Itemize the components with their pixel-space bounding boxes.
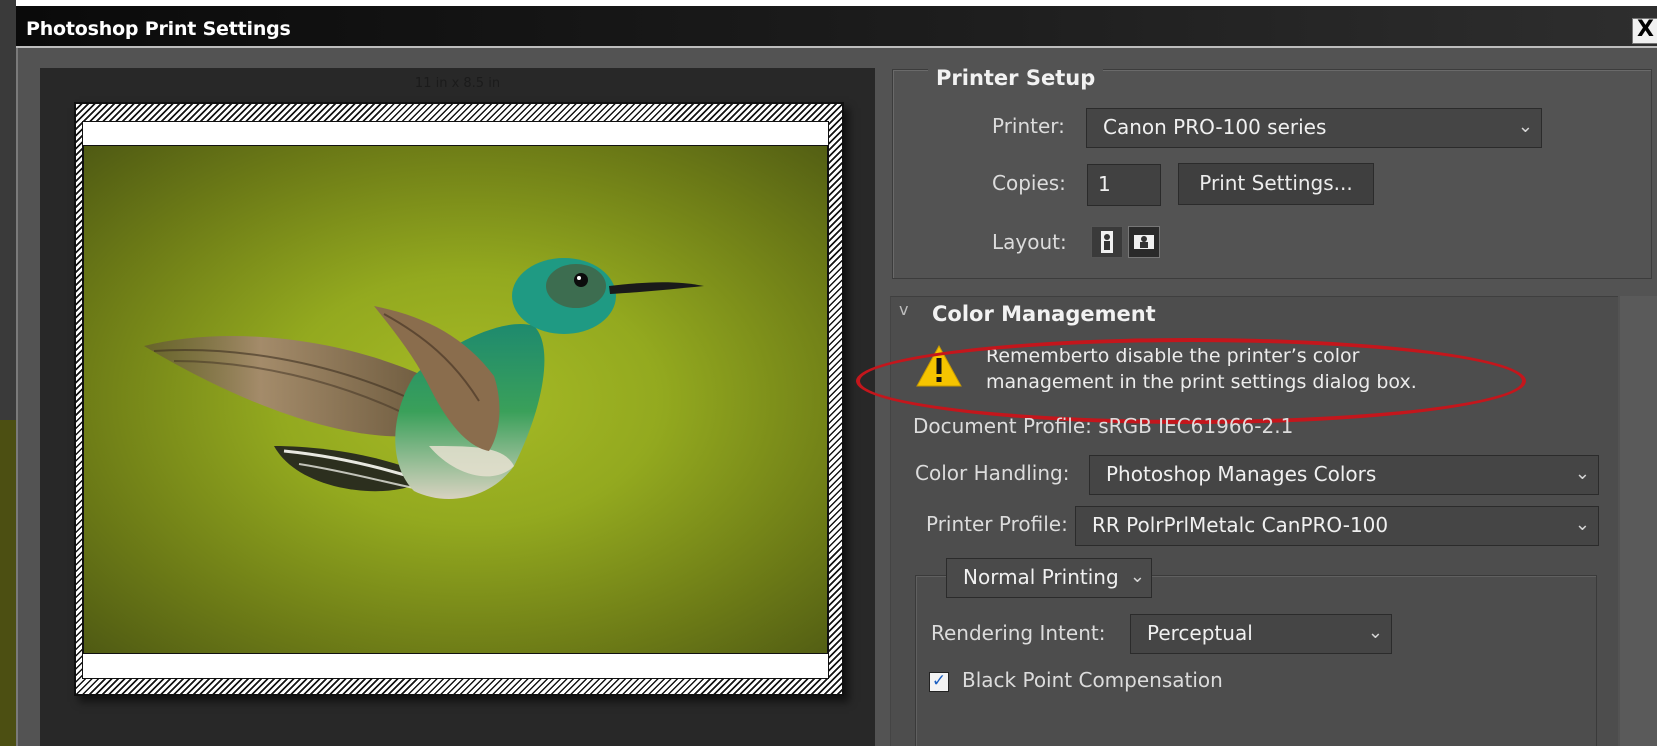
layout-label: Layout:: [992, 230, 1067, 254]
chevron-down-icon: ⌄: [1574, 463, 1590, 484]
printer-label: Printer:: [992, 114, 1065, 138]
printer-setup-title: Printer Setup: [928, 66, 1104, 90]
rendering-intent-value: Perceptual: [1147, 621, 1253, 645]
chevron-down-icon: ⌄: [1367, 622, 1383, 643]
printer-profile-select[interactable]: RR PolrPrlMetalc CanPRO-100 ⌄: [1075, 506, 1599, 546]
printing-mode-value: Normal Printing: [963, 565, 1119, 589]
printing-mode-select[interactable]: Normal Printing ⌄: [946, 558, 1152, 598]
annotation-ellipse: [856, 338, 1526, 424]
printer-select[interactable]: Canon PRO-100 series ⌄: [1086, 108, 1542, 148]
printer-profile-label: Printer Profile:: [926, 512, 1068, 536]
window-title: Photoshop Print Settings: [26, 18, 291, 40]
document-profile: Document Profile: sRGB IEC61966-2.1: [913, 414, 1294, 438]
paper-size-label: 11 in x 8.5 in: [414, 76, 501, 91]
chevron-down-icon: ⌄: [1517, 116, 1533, 137]
collapse-chevron-icon[interactable]: v: [899, 300, 908, 319]
preview-image[interactable]: [83, 145, 828, 654]
copies-label: Copies:: [992, 171, 1066, 195]
printer-profile-value: RR PolrPrlMetalc CanPRO-100: [1092, 513, 1389, 537]
black-point-checkbox[interactable]: ✓: [929, 672, 949, 692]
print-settings-button[interactable]: Print Settings...: [1178, 163, 1374, 205]
color-management-title: Color Management: [932, 302, 1156, 326]
landscape-layout-icon[interactable]: [1128, 226, 1160, 258]
background-app-edge: [0, 0, 16, 746]
portrait-layout-icon[interactable]: [1091, 226, 1123, 258]
close-button[interactable]: X: [1632, 18, 1657, 44]
color-handling-value: Photoshop Manages Colors: [1106, 462, 1377, 486]
chevron-down-icon: ⌄: [1129, 566, 1145, 587]
color-handling-label: Color Handling:: [915, 461, 1070, 485]
panel-scrollbar[interactable]: [1620, 296, 1657, 746]
hummingbird-image: [144, 258, 704, 499]
black-point-label: Black Point Compensation: [962, 668, 1223, 692]
printing-options-group: [915, 575, 1597, 746]
chevron-down-icon: ⌄: [1574, 514, 1590, 535]
printer-select-value: Canon PRO-100 series: [1103, 115, 1327, 139]
rendering-intent-select[interactable]: Perceptual ⌄: [1130, 614, 1392, 654]
copies-input[interactable]: 1: [1087, 164, 1161, 206]
color-handling-select[interactable]: Photoshop Manages Colors ⌄: [1089, 455, 1599, 495]
rendering-intent-label: Rendering Intent:: [931, 621, 1106, 645]
